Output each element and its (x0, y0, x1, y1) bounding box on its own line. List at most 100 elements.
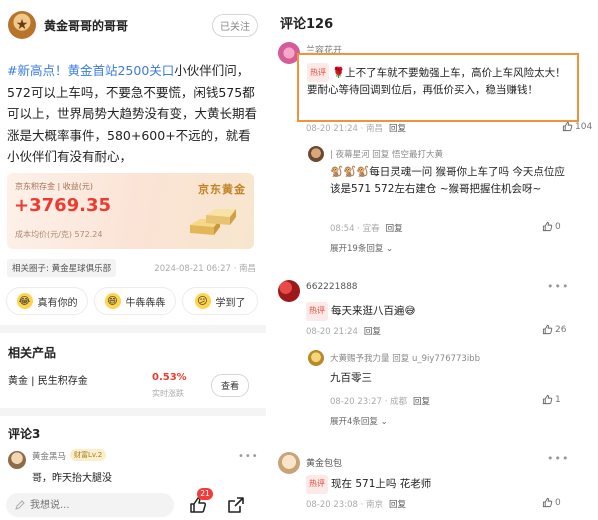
confused-emoji-icon: 😕 (194, 293, 211, 309)
more-options-icon[interactable]: ••• (547, 452, 569, 465)
post-pane: ★ 黄金哥哥的哥哥 已关注 #新高点！黄金首站2500关口小伙伴们问，572可以… (0, 0, 266, 520)
comment-meta: 08-20 21:24 回复 (306, 325, 381, 337)
reaction-button-1[interactable]: 😂 真有你的 (6, 287, 88, 315)
like-count: 1 (555, 394, 561, 405)
thumbs-up-icon (542, 497, 553, 508)
comment-meta: 08-20 23:08 · 南京 回复 (306, 498, 406, 510)
more-options-icon[interactable]: ••• (547, 280, 569, 293)
comment-like-button[interactable]: 26 (542, 324, 566, 335)
reply-to-prefix: 回复 (372, 150, 390, 160)
reply-author-line: 大黄赐予我力量 回复 u_9iy776773ibb (330, 352, 480, 364)
reply-button[interactable]: 回复 (413, 397, 430, 407)
reply-avatar[interactable] (308, 146, 324, 162)
reply-to-name[interactable]: 悟空最打大黄 (392, 150, 443, 160)
like-count: 104 (575, 121, 593, 132)
author-avatar[interactable]: ★ (8, 11, 36, 39)
comments-count-title: 评论126 (280, 17, 334, 32)
commenter-avatar[interactable] (278, 280, 300, 302)
reaction-button-2[interactable]: 😄 牛犇犇犇 (94, 287, 176, 315)
comment-text: 热评 每天来逛八百遍😅 (306, 302, 415, 321)
hot-comment-badge: 热评 (307, 63, 329, 82)
reply-author-name[interactable]: | 夜幕星河 (330, 150, 370, 160)
profit-card-label: 京东积存金 | 收益(元) (15, 182, 94, 191)
reply-button[interactable]: 回复 (389, 124, 406, 134)
reply-text: 🐒🐒🐒每日灵魂一问 猴哥你上车了吗 今天点位应该是571 572左右建仓 ~猴哥… (330, 166, 565, 195)
highlighted-hot-comment: 热评 🌹上不了车就不要勉强上车，高价上车风险太大！要耐心等待回调到位后，再低价买入… (297, 53, 579, 122)
product-change-pct: 0.53% (152, 372, 187, 383)
section-divider (0, 325, 266, 333)
product-change-label: 实时涨跌 (152, 389, 184, 398)
profit-value: +3769.35 (14, 195, 112, 216)
reply-time-location: 08-20 23:27 · 成都 (330, 397, 408, 407)
reply-meta: 08-20 23:27 · 成都 回复 (330, 395, 430, 407)
related-circle-tag[interactable]: 相关圈子: 黄金星球俱乐部 (7, 259, 117, 277)
hot-comment-badge: 热评 (306, 475, 328, 494)
reply-to-name[interactable]: u_9iy776773ibb (412, 354, 480, 364)
follow-button[interactable]: 已关注 (212, 13, 258, 37)
comment-text: 热评 现在 571上吗 花老师 (306, 475, 431, 494)
post-author: ★ 黄金哥哥的哥哥 已关注 (8, 9, 258, 41)
like-count: 0 (555, 497, 561, 508)
comment-like-button[interactable]: 104 (562, 121, 592, 132)
comment-body: 每天来逛八百遍😅 (331, 305, 416, 317)
reaction-label: 学到了 (215, 297, 246, 309)
reaction-label: 真有你的 (37, 297, 78, 309)
thumbs-up-icon (562, 121, 573, 132)
rose-emoji-icon: 🌹 (332, 67, 346, 79)
profit-card[interactable]: 京东积存金 | 收益(元) +3769.35 成本均价(元/克) 572.24 … (7, 173, 254, 249)
share-icon[interactable] (226, 495, 246, 515)
related-products-title: 相关产品 (8, 346, 57, 360)
comments-title: 评论3 (8, 427, 41, 441)
author-name[interactable]: 黄金哥哥的哥哥 (44, 17, 212, 34)
commenter-avatar[interactable] (8, 451, 26, 469)
more-options-icon[interactable]: ••• (238, 451, 259, 462)
expand-replies-button[interactable]: 展开4条回复 ⌄ (330, 415, 388, 427)
like-count-badge: 21 (197, 488, 213, 500)
reply-text: 九百零三 (330, 372, 372, 384)
reply-button[interactable]: 回复 (389, 500, 406, 510)
comment-like-button[interactable]: 0 (542, 497, 561, 508)
laugh-emoji-icon: 😂 (16, 293, 33, 309)
post-body: #新高点！黄金首站2500关口小伙伴们问，572可以上车吗，不要急不要慌，闲钱5… (7, 60, 259, 168)
smile-emoji-icon: 😄 (104, 293, 121, 309)
reply-like-button[interactable]: 1 (542, 394, 561, 405)
reply-avatar[interactable] (308, 350, 324, 366)
pen-icon (15, 500, 25, 510)
bottom-action-bar: 21 (0, 488, 266, 520)
comment-body: 现在 571上吗 花老师 (331, 478, 432, 490)
commenter-name[interactable]: 662221888 (306, 282, 358, 292)
reply-author-name[interactable]: 大黄赐予我力量 (330, 354, 390, 364)
thumbs-up-icon (542, 394, 553, 405)
reply-author-line: | 夜幕星河 回复 悟空最打大黄 (330, 148, 443, 160)
comment-input[interactable] (6, 493, 174, 517)
reaction-label: 牛犇犇犇 (125, 297, 166, 309)
expand-replies-button[interactable]: 展开19条回复 ⌄ (330, 242, 393, 254)
hot-comment-badge: 热评 (306, 302, 328, 321)
commenter-name[interactable]: 黄金黑马 (32, 450, 66, 462)
comment-text: 热评 🌹上不了车就不要勉强上车，高价上车风险太大！要耐心等待回调到位后，再低价买入… (307, 63, 571, 99)
reaction-bar: 😂 真有你的 😄 牛犇犇犇 😕 学到了 (6, 287, 258, 315)
post-hashtag[interactable]: #新高点！黄金首站2500关口 (7, 63, 174, 78)
thumbs-up-icon (542, 324, 553, 335)
comment-time-location: 08-20 21:24 (306, 327, 358, 337)
gold-bars-icon (190, 209, 236, 235)
wealth-level-badge: 财富Lv.2 (70, 449, 107, 461)
expand-replies-label: 展开19条回复 (330, 244, 384, 254)
post-timestamp: 2024-08-21 06:27 · 南昌 (154, 264, 256, 274)
post-body-text: 小伙伴们问，572可以上车吗，不要急不要慌，闲钱575都可以上，世界局势大趋势没… (7, 63, 258, 164)
expand-replies-label: 展开4条回复 (330, 417, 378, 427)
reaction-button-3[interactable]: 😕 学到了 (182, 287, 258, 315)
comment-time-location: 08-20 21:24 · 南昌 (306, 124, 384, 134)
commenter-avatar[interactable] (278, 452, 300, 474)
reply-button[interactable]: 回复 (386, 224, 403, 234)
commenter-name[interactable]: 黄金包包 (306, 456, 342, 469)
brand-logo: 京东黄金 (198, 183, 246, 196)
reply-like-button[interactable]: 0 (542, 221, 561, 232)
view-product-button[interactable]: 查看 (211, 374, 250, 397)
section-divider (0, 408, 266, 416)
like-count: 26 (555, 324, 567, 335)
comment-body: 上不了车就不要勉强上车，高价上车风险太大！要耐心等待回调到位后，再低价买入，稳当… (307, 67, 566, 96)
product-name[interactable]: 黄金 | 民生积存金 (8, 372, 88, 387)
cost-average: 成本均价(元/克) 572.24 (15, 230, 103, 239)
reply-button[interactable]: 回复 (364, 327, 381, 337)
